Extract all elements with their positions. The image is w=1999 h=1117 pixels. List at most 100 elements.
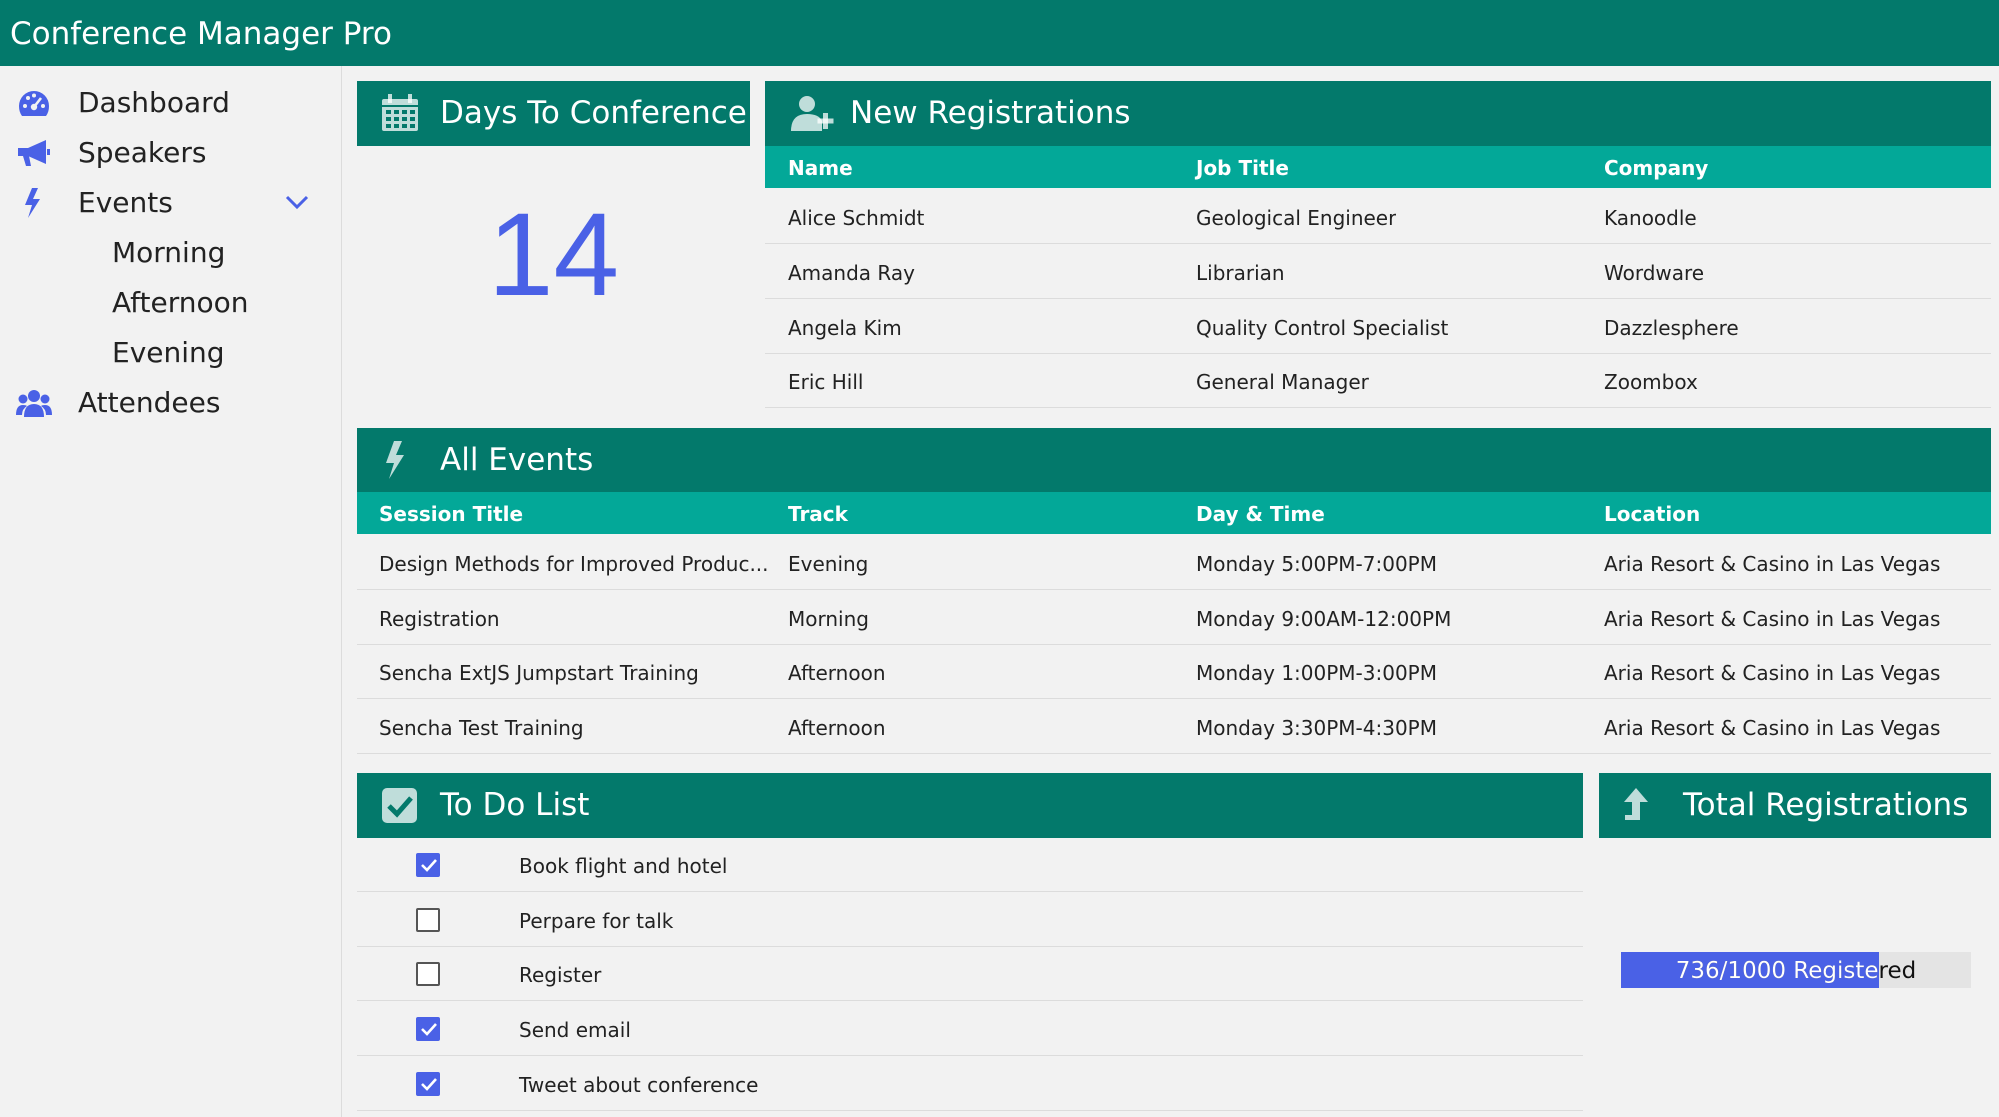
app-title: Conference Manager Pro (10, 16, 392, 52)
registration-name: Angela Kim (788, 316, 902, 340)
todo-item-label: Send email (519, 1018, 631, 1042)
table-row[interactable]: Angela Kim Quality Control Specialist Da… (765, 300, 1991, 354)
sidebar-item-label: Speakers (78, 136, 207, 169)
sidebar-item-label: Dashboard (78, 86, 230, 119)
sidebar-item-attendees[interactable]: Attendees (0, 378, 342, 428)
check-square-icon (382, 788, 417, 823)
registration-company: Kanoodle (1604, 206, 1697, 230)
total-registrations-title: Total Registrations (1683, 787, 1969, 823)
todo-item-label: Tweet about conference (519, 1073, 759, 1097)
days-to-conference-title: Days To Conference (440, 95, 747, 131)
table-row[interactable]: Registration Morning Monday 9:00AM-12:00… (357, 591, 1991, 645)
sidebar-item-label: Afternoon (112, 286, 249, 319)
app-titlebar: Conference Manager Pro (0, 0, 1999, 66)
bolt-icon (25, 188, 40, 218)
sidebar-item-label: Evening (112, 336, 225, 369)
event-location: Aria Resort & Casino in Las Vegas (1604, 552, 1941, 576)
event-day-time: Monday 9:00AM-12:00PM (1196, 607, 1452, 631)
todo-list-header: To Do List (357, 773, 1583, 838)
column-header-location[interactable]: Location (1604, 502, 1700, 526)
event-location: Aria Resort & Casino in Las Vegas (1604, 716, 1941, 740)
arrow-up-icon (1624, 788, 1648, 820)
sidebar-item-label: Events (78, 186, 173, 219)
days-to-conference-value: 14 (487, 189, 620, 321)
registration-company: Zoombox (1604, 370, 1698, 394)
column-header-job-title[interactable]: Job Title (1196, 156, 1289, 180)
event-track: Afternoon (788, 716, 886, 740)
event-session-title: Sencha Test Training (379, 716, 584, 740)
checkmark-icon (421, 1023, 437, 1036)
user-plus-icon (791, 96, 834, 131)
event-track: Afternoon (788, 661, 886, 685)
event-session-title: Sencha ExtJS Jumpstart Training (379, 661, 699, 685)
sidebar-item-dashboard[interactable]: Dashboard (0, 78, 342, 128)
todo-item[interactable]: Send email (357, 1002, 1583, 1056)
users-icon (16, 390, 52, 417)
todo-item[interactable]: Book flight and hotel (357, 838, 1583, 892)
sidebar-item-afternoon[interactable]: Afternoon (0, 278, 342, 328)
todo-item[interactable]: Tweet about conference (357, 1057, 1583, 1111)
column-header-session-title[interactable]: Session Title (379, 502, 523, 526)
todo-checkbox[interactable] (416, 853, 440, 877)
sidebar-nav: Dashboard Speakers Events Morning Aftern… (0, 66, 342, 1117)
bolt-icon (386, 441, 404, 479)
dashboard-icon (19, 91, 49, 116)
todo-item-label: Book flight and hotel (519, 854, 728, 878)
todo-item-label: Perpare for talk (519, 909, 674, 933)
table-row[interactable]: Amanda Ray Librarian Wordware (765, 245, 1991, 299)
registration-job-title: General Manager (1196, 370, 1369, 394)
days-to-conference-header: Days To Conference (357, 81, 750, 146)
sidebar-item-label: Attendees (78, 386, 221, 419)
chevron-down-icon[interactable] (284, 192, 310, 212)
todo-list-title: To Do List (440, 787, 590, 823)
column-header-company[interactable]: Company (1604, 156, 1708, 180)
event-location: Aria Resort & Casino in Las Vegas (1604, 607, 1941, 631)
todo-checkbox[interactable] (416, 962, 440, 986)
registration-name: Amanda Ray (788, 261, 915, 285)
sidebar-item-events[interactable]: Events (0, 178, 342, 228)
registration-company: Dazzlesphere (1604, 316, 1739, 340)
column-header-day-time[interactable]: Day & Time (1196, 502, 1325, 526)
checkmark-icon (421, 859, 437, 872)
event-day-time: Monday 1:00PM-3:00PM (1196, 661, 1437, 685)
sidebar-item-speakers[interactable]: Speakers (0, 128, 342, 178)
registration-job-title: Librarian (1196, 261, 1285, 285)
event-session-title: Registration (379, 607, 500, 631)
event-day-time: Monday 3:30PM-4:30PM (1196, 716, 1437, 740)
registration-company: Wordware (1604, 261, 1705, 285)
sidebar-item-evening[interactable]: Evening (0, 328, 342, 378)
total-registrations-header: Total Registrations (1599, 773, 1991, 838)
registration-job-title: Geological Engineer (1196, 206, 1397, 230)
all-events-header: All Events (357, 428, 1991, 493)
todo-checkbox[interactable] (416, 908, 440, 932)
event-day-time: Monday 5:00PM-7:00PM (1196, 552, 1437, 576)
sidebar-item-morning[interactable]: Morning (0, 228, 342, 278)
registrations-progress-bar: 736/1000 Registered 736/1000 Registered (1621, 952, 1971, 988)
all-events-title: All Events (440, 442, 594, 478)
calendar-icon (382, 94, 418, 131)
registration-name: Eric Hill (788, 370, 864, 394)
event-location: Aria Resort & Casino in Las Vegas (1604, 661, 1941, 685)
todo-item[interactable]: Register (357, 947, 1583, 1001)
sidebar-item-label: Morning (112, 236, 226, 269)
table-row[interactable]: Eric Hill General Manager Zoombox (765, 354, 1991, 408)
event-session-title: Design Methods for Improved Produc... (379, 552, 769, 576)
table-row[interactable]: Design Methods for Improved Produc... Ev… (357, 536, 1991, 590)
column-header-name[interactable]: Name (788, 156, 853, 180)
todo-item[interactable]: Perpare for talk (357, 893, 1583, 947)
checkmark-icon (421, 1078, 437, 1091)
table-row[interactable]: Sencha ExtJS Jumpstart Training Afternoo… (357, 645, 1991, 699)
todo-checkbox[interactable] (416, 1017, 440, 1041)
table-row[interactable]: Alice Schmidt Geological Engineer Kanood… (765, 190, 1991, 244)
new-registrations-title: New Registrations (850, 95, 1131, 131)
megaphone-icon (18, 140, 50, 166)
column-header-track[interactable]: Track (788, 502, 848, 526)
registration-job-title: Quality Control Specialist (1196, 316, 1449, 340)
event-track: Morning (788, 607, 869, 631)
new-registrations-header: New Registrations (765, 81, 1991, 146)
todo-checkbox[interactable] (416, 1072, 440, 1096)
new-registrations-column-header: Name Job Title Company (765, 146, 1991, 188)
table-row[interactable]: Sencha Test Training Afternoon Monday 3:… (357, 700, 1991, 754)
all-events-column-header: Session Title Track Day & Time Location (357, 492, 1991, 534)
todo-item-label: Register (519, 963, 602, 987)
